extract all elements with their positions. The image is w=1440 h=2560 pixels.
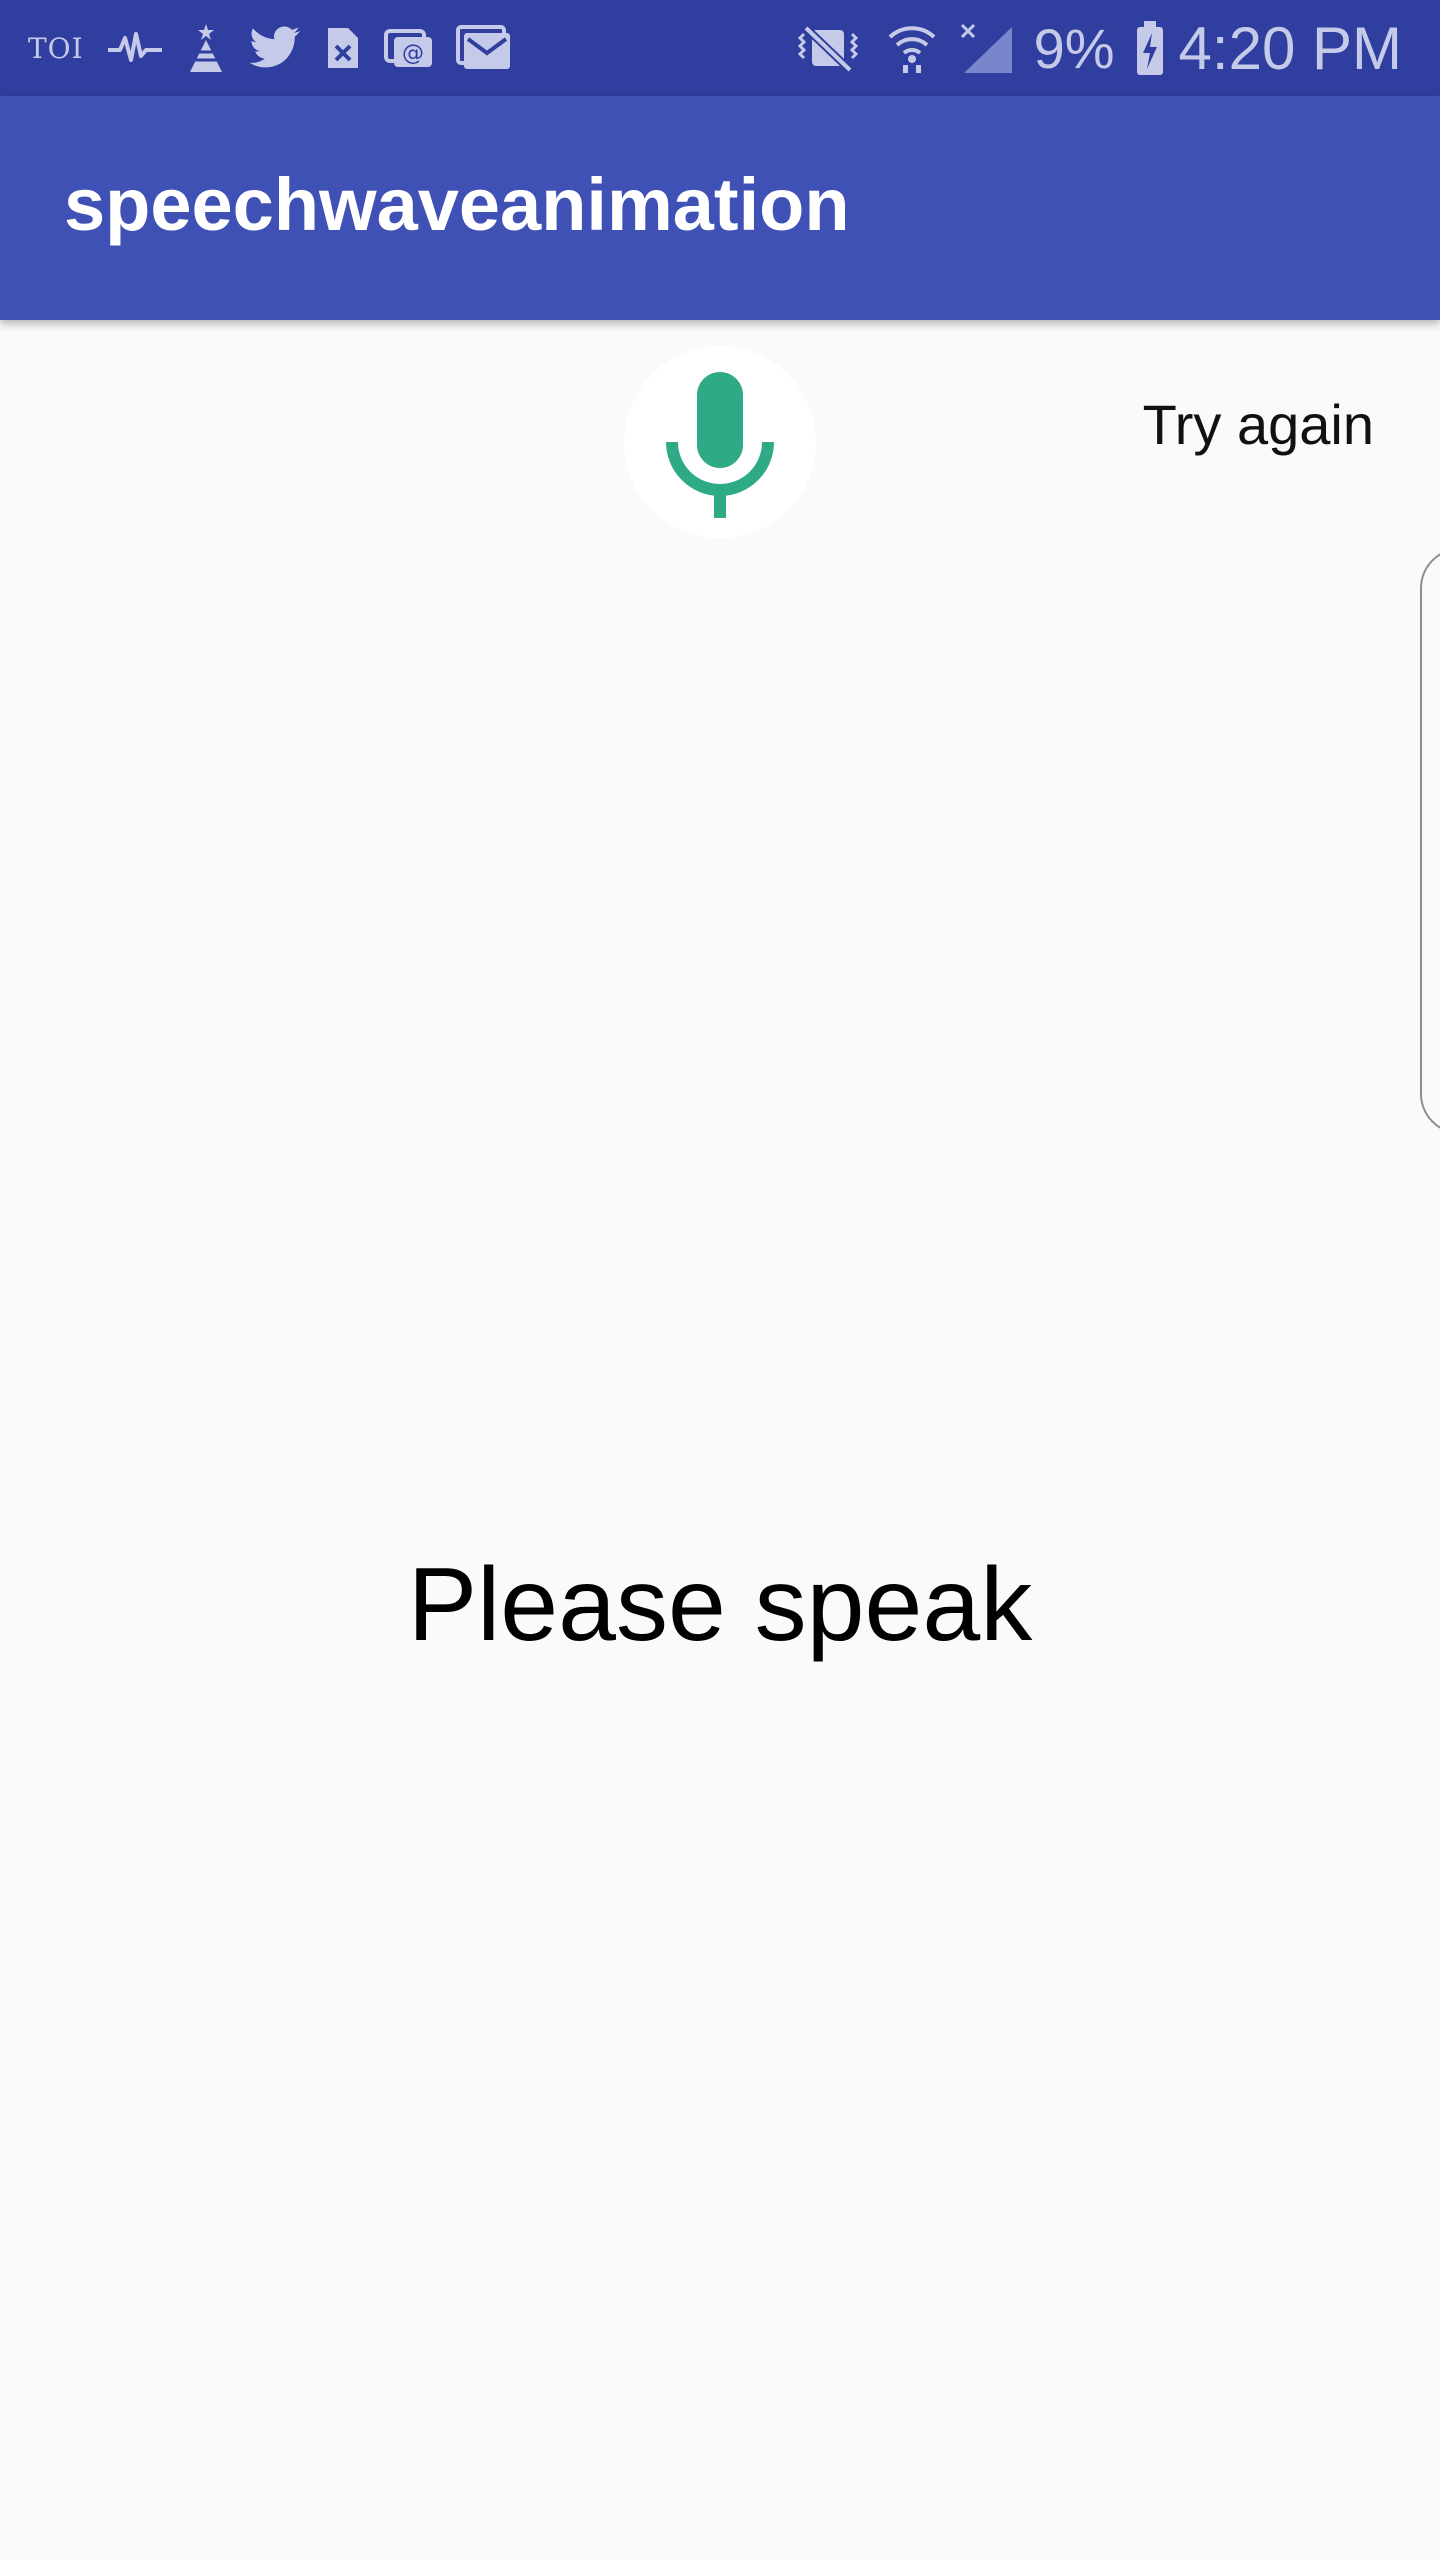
battery-percent: 9% bbox=[1033, 16, 1115, 80]
toi-icon: TOI bbox=[28, 31, 84, 65]
no-signal-icon bbox=[958, 21, 1014, 75]
speak-prompt: Please speak bbox=[407, 1547, 1033, 1663]
svg-text:@: @ bbox=[402, 41, 424, 66]
app-title: speechwaveanimation bbox=[64, 163, 850, 246]
status-bar: TOI @ 9% 4:20 PM bbox=[0, 0, 1440, 96]
microphone-button[interactable] bbox=[624, 346, 816, 538]
tower-icon bbox=[186, 22, 226, 74]
microphone-icon bbox=[666, 372, 774, 518]
wifi-icon bbox=[886, 21, 938, 75]
edge-panel-handle[interactable] bbox=[1420, 548, 1440, 1134]
screen: TOI @ 9% 4:20 PM speechwaveanimation Try… bbox=[0, 0, 1440, 2560]
clock: 4:20 PM bbox=[1178, 14, 1402, 82]
try-again-button[interactable]: Try again bbox=[1143, 390, 1374, 460]
sim-error-icon bbox=[324, 24, 362, 72]
email-icon: @ bbox=[383, 27, 434, 69]
status-bar-system: 9% 4:20 PM bbox=[770, 0, 1402, 96]
status-bar-notifications: TOI @ bbox=[28, 0, 534, 96]
vibrate-mute-icon bbox=[790, 22, 866, 74]
gmail-icon bbox=[455, 25, 512, 71]
app-bar: speechwaveanimation bbox=[0, 96, 1440, 320]
twitter-icon bbox=[248, 25, 302, 71]
pulse-icon bbox=[106, 30, 164, 66]
battery-charging-icon bbox=[1135, 19, 1165, 77]
